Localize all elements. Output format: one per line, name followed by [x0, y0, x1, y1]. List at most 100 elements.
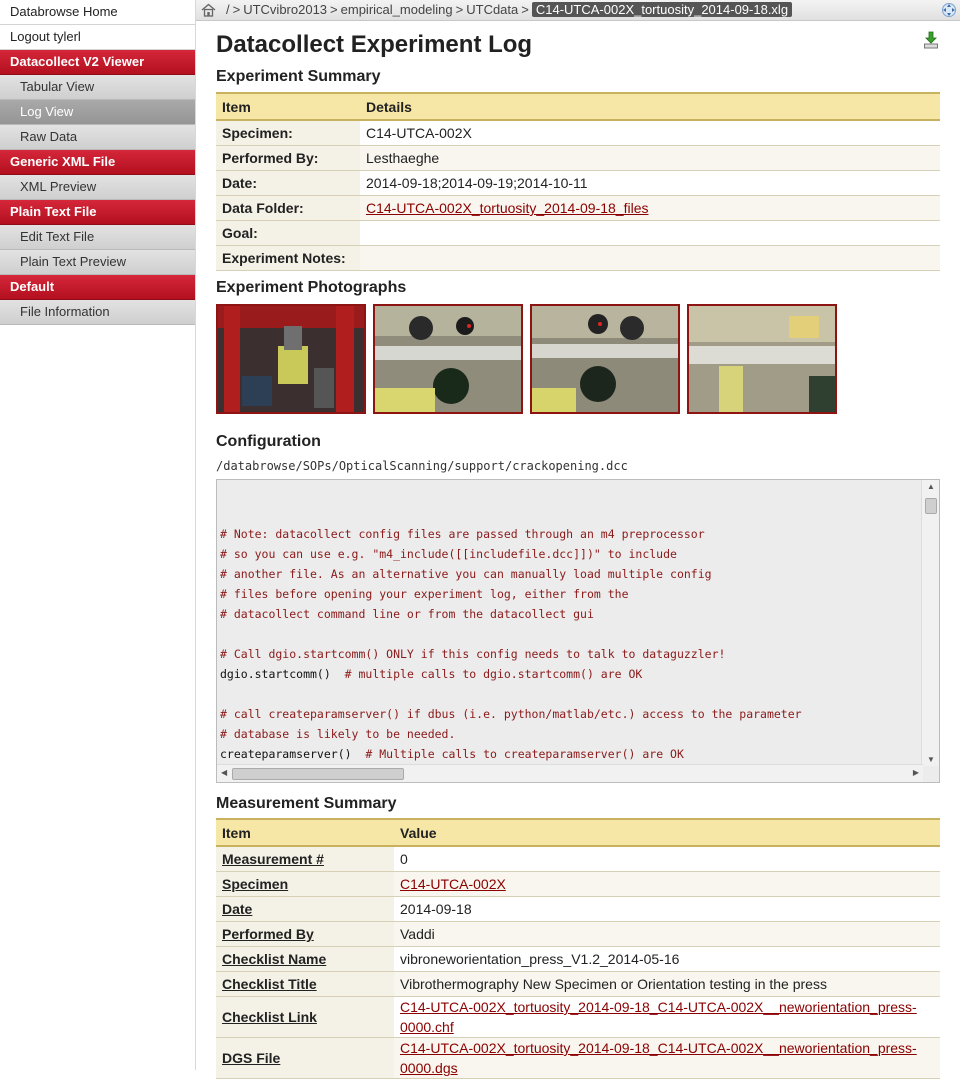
sidebar-section-header: Generic XML File — [0, 150, 195, 175]
breadcrumb-separator: > — [455, 2, 464, 17]
table-row: Checklist Link C14-UTCA-002X_tortuosity_2… — [216, 996, 940, 1038]
row-label: Date: — [216, 170, 360, 196]
row-value: vibroneworientation_press_V1.2_2014-05-1… — [394, 946, 940, 972]
value-link[interactable]: C14-UTCA-002X — [400, 876, 506, 892]
photos-heading: Experiment Photographs — [216, 279, 407, 296]
table-row: Data Folder: C14-UTCA-002X_tortuosity_201… — [216, 195, 940, 221]
table-row: Experiment Notes: — [216, 245, 940, 271]
experiment-photo[interactable] — [530, 304, 680, 414]
value-link[interactable]: C14-UTCA-002X_tortuosity_2014-09-18_C14-… — [400, 1040, 917, 1076]
breadcrumb-separator: > — [521, 2, 529, 17]
experiment-photo[interactable] — [373, 304, 523, 414]
row-label[interactable]: Checklist Link — [216, 996, 394, 1038]
sidebar-item[interactable]: XML Preview — [0, 175, 195, 200]
breadcrumb-bar: / > UTCvibro2013 > empirical_modeling > UTCdat… — [196, 0, 960, 21]
sidebar-item[interactable]: File Information — [0, 300, 195, 325]
breadcrumb-item[interactable]: UTCvibro2013 — [243, 2, 327, 17]
code-line: dgio.startcomm() # multiple calls to dgi… — [220, 664, 802, 684]
sidebar-item[interactable]: Log View — [0, 100, 195, 125]
code-text: # so you can use e.g. "m4_include([[incl… — [220, 547, 677, 561]
sidebar-item[interactable]: Edit Text File — [0, 225, 195, 250]
row-label[interactable]: Specimen — [216, 871, 394, 897]
code-line: # database is likely to be needed. — [220, 724, 802, 744]
experiment-summary-table: Item Details Specimen: C14-UTCA-002X Perfo… — [216, 92, 940, 271]
config-code: # Note: datacollect config files are pas… — [220, 524, 802, 764]
row-label[interactable]: Checklist Name — [216, 946, 394, 972]
code-line: # another file. As an alternative you ca… — [220, 564, 802, 584]
row-label: Performed By: — [216, 145, 360, 171]
sidebar-section-header: Plain Text File — [0, 200, 195, 225]
row-label[interactable]: Checklist Title — [216, 971, 394, 997]
breadcrumb: / > UTCvibro2013 > empirical_modeling > UTCdat… — [226, 2, 795, 17]
sidebar-section-header: Default — [0, 275, 195, 300]
move-icon[interactable] — [941, 2, 957, 18]
row-value — [360, 220, 940, 246]
row-value: Vaddi — [394, 921, 940, 947]
column-header: Value — [394, 818, 940, 847]
data-folder-link[interactable]: C14-UTCA-002X_tortuosity_2014-09-18_file… — [366, 200, 648, 216]
code-line: # Call dgio.startcomm() ONLY if this con… — [220, 644, 802, 664]
row-label[interactable]: DGS File — [216, 1037, 394, 1079]
row-label[interactable]: Performed By — [216, 921, 394, 947]
home-icon[interactable] — [201, 3, 216, 17]
scroll-thumb[interactable] — [232, 768, 404, 780]
experiment-photo[interactable] — [216, 304, 366, 414]
code-comment: # multiple calls to dgio.startcomm() are… — [330, 667, 643, 681]
row-value: 2014-09-18;2014-09-19;2014-10-11 — [360, 170, 940, 196]
scroll-left-icon[interactable]: ◀ — [221, 768, 227, 777]
code-text: # Note: datacollect config files are pas… — [220, 527, 705, 541]
config-file-path: /databrowse/SOPs/OpticalScanning/support… — [216, 459, 628, 473]
sidebar-item[interactable]: Plain Text Preview — [0, 250, 195, 275]
row-label: Goal: — [216, 220, 360, 246]
breadcrumb-item[interactable]: UTCdata — [466, 2, 518, 17]
code-text: dgio.startcomm() — [220, 667, 331, 681]
row-value — [360, 245, 940, 271]
row-value: C14-UTCA-002X — [394, 871, 940, 897]
code-text: # call createparamserver() if dbus (i.e.… — [220, 707, 802, 721]
table-row: Goal: — [216, 220, 940, 246]
breadcrumb-current: C14-UTCA-002X_tortuosity_2014-09-18.xlg — [531, 2, 793, 17]
sidebar: Databrowse Home Logout tylerl Datacollect … — [0, 0, 196, 1070]
vertical-scrollbar[interactable]: ▲ ▼ — [921, 480, 939, 766]
row-value: 0 — [394, 846, 940, 872]
row-label[interactable]: Measurement # — [216, 846, 394, 872]
scroll-thumb[interactable] — [925, 498, 937, 514]
column-header: Item — [216, 92, 360, 121]
code-line: # Note: datacollect config files are pas… — [220, 524, 802, 544]
breadcrumb-separator: > — [330, 2, 338, 17]
column-header: Details — [360, 92, 940, 121]
home-link[interactable]: Databrowse Home — [0, 0, 195, 25]
download-icon[interactable] — [923, 31, 939, 49]
config-code-viewer[interactable]: # Note: datacollect config files are pas… — [216, 479, 940, 783]
code-line: # so you can use e.g. "m4_include([[incl… — [220, 544, 802, 564]
sidebar-item[interactable]: Tabular View — [0, 75, 195, 100]
row-value: C14-UTCA-002X — [360, 120, 940, 146]
code-text: # datacollect command line or from the d… — [220, 607, 594, 621]
scroll-right-icon[interactable]: ▶ — [913, 768, 919, 777]
row-value: 2014-09-18 — [394, 896, 940, 922]
code-line: # datacollect command line or from the d… — [220, 604, 802, 624]
code-text: # Call dgio.startcomm() ONLY if this con… — [220, 647, 726, 661]
scroll-up-icon[interactable]: ▲ — [927, 482, 935, 491]
code-line: # call createparamserver() if dbus (i.e.… — [220, 704, 802, 724]
scroll-down-icon[interactable]: ▼ — [927, 755, 935, 764]
experiment-photo[interactable] — [687, 304, 837, 414]
code-comment: # Multiple calls to createparamserver() … — [351, 747, 684, 761]
horizontal-scrollbar[interactable]: ◀ ▶ — [217, 764, 923, 782]
breadcrumb-item[interactable]: empirical_modeling — [341, 2, 453, 17]
table-row: Checklist Name vibroneworientation_press_… — [216, 946, 940, 972]
sidebar-item[interactable]: Raw Data — [0, 125, 195, 150]
code-text: # files before opening your experiment l… — [220, 587, 629, 601]
table-row: Measurement #0 — [216, 846, 940, 872]
code-text: createparamserver() — [220, 747, 352, 761]
row-value: Lesthaeghe — [360, 145, 940, 171]
row-label: Data Folder: — [216, 195, 360, 221]
table-row: Performed By: Lesthaeghe — [216, 145, 940, 171]
logout-link[interactable]: Logout tylerl — [0, 25, 195, 50]
page-title: Datacollect Experiment Log — [216, 31, 533, 58]
row-label[interactable]: Date — [216, 896, 394, 922]
row-value: C14-UTCA-002X_tortuosity_2014-09-18_C14-… — [394, 996, 940, 1038]
row-value: C14-UTCA-002X_tortuosity_2014-09-18_file… — [360, 195, 940, 221]
value-link[interactable]: C14-UTCA-002X_tortuosity_2014-09-18_C14-… — [400, 999, 917, 1035]
configuration-heading: Configuration — [216, 433, 321, 450]
